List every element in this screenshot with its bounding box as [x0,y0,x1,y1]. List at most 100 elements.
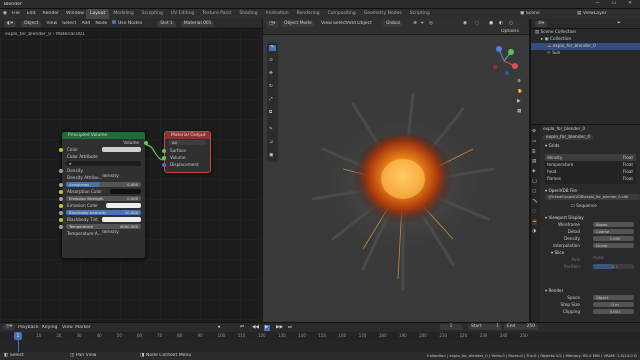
render-tab-icon[interactable]: ▭ [532,139,536,145]
modifier-tab-icon[interactable]: 🔧 [532,199,538,205]
menu-add[interactable]: Add [347,21,356,27]
file-path-field[interactable]: \\Fireball\explo\VDB\explo_for_blender_0… [545,194,640,200]
timeline[interactable]: ◷▾ Playback Keying View Marker ⏺ ⏮ ◀◀ ▶ … [0,322,640,353]
tab-geometry-nodes[interactable]: Geometry Nodes [360,9,406,19]
tab-compositing[interactable]: Compositing [324,9,360,19]
menu-playback[interactable]: Playback [18,325,39,331]
viewport-display-header[interactable]: ▾ Viewport Display [541,214,640,221]
tab-sculpting[interactable]: Sculpting [138,9,167,19]
prev-key-icon[interactable]: ◀◀ [252,325,259,331]
minimize-button[interactable]: — [595,1,600,7]
annotate-tool-icon[interactable]: ✎ [269,127,273,133]
space-dropdown[interactable]: Object [593,295,634,300]
play-icon[interactable]: ▶ [264,324,270,331]
output-tab-icon[interactable]: ⎙ [532,149,536,155]
target-dropdown[interactable]: All [169,140,206,145]
playhead[interactable]: 1 [14,332,22,340]
grids-list[interactable]: density Float temperature Float heat Float … [545,154,636,184]
scene-tab-icon[interactable]: ◈ [532,169,536,175]
grid-item[interactable]: temperature Float [545,161,636,168]
tab-shading[interactable]: Shading [235,9,261,19]
auto-key-icon[interactable]: ⏺ [218,325,220,331]
3d-viewport[interactable]: ◳▾ Object Mode View Select Add Object Gl… [263,19,529,322]
shading-rendered-icon[interactable]: ○ [509,21,513,27]
world-tab-icon[interactable]: ◯ [532,179,537,185]
detail-dropdown[interactable]: Coarse [593,229,634,234]
physics-tab-icon[interactable]: ◌ [532,209,536,215]
tab-modeling[interactable]: Modeling [109,9,137,19]
outliner-row-selected[interactable]: ☁ explo_for_blender_0 [531,43,640,50]
tab-rendering[interactable]: Rendering [293,9,324,19]
grids-panel-header[interactable]: ▾ Grids [541,142,640,149]
tab-animation[interactable]: Animation [262,9,293,19]
menu-object[interactable]: Object [357,21,372,27]
mode-dropdown[interactable]: Object Mode [281,21,315,27]
wireframe-dropdown[interactable]: Boxes [593,222,634,227]
object-tab-icon[interactable]: ▢ [532,189,536,195]
outliner-row[interactable]: ▸ ▣ Collection [531,36,640,43]
current-frame-field[interactable]: 1 [440,324,462,330]
position-slider[interactable]: 0.5 [593,264,634,269]
start-frame-field[interactable]: Start 1 [468,324,502,330]
view-layer-tab-icon[interactable]: ▤ [532,159,536,165]
timeline-type-icon[interactable]: ◷▾ [3,324,16,330]
proportional-icon[interactable]: ◎ [429,21,433,27]
jump-end-icon[interactable]: ⏭ [288,325,292,331]
menu-select[interactable]: Select [333,21,347,27]
next-key-icon[interactable]: ▶▶ [276,325,283,331]
density-field[interactable]: 1.000 [593,236,634,241]
measure-tool-icon[interactable]: ⊿ [269,140,273,146]
interpolation-dropdown[interactable]: Linear [593,243,634,248]
openvdb-panel-header[interactable]: ▾ OpenVDB File [541,187,640,194]
transform-tool-icon[interactable]: ⧉ [269,110,272,116]
visibility-icon[interactable]: ◉ [463,21,467,27]
shader-node-editor[interactable]: ◐▾ Object View Select Add Node Use Nodes… [0,19,262,322]
material-output-node[interactable]: Material Output All Surface Volume Displ… [162,131,211,173]
menu-keying[interactable]: Keying [42,325,57,331]
menu-edit[interactable]: Edit [27,11,36,17]
overlays-icon[interactable]: ◌ [475,21,479,27]
menu-file[interactable]: File [12,11,20,17]
move-tool-icon[interactable]: ✥ [269,71,273,77]
clipping-field[interactable]: 0.001 [593,309,634,314]
orientation-dropdown[interactable]: Global [383,21,404,27]
view-layer-selector[interactable]: ▤ ViewLayer [577,11,607,17]
blender-logo-icon[interactable]: ◉ [3,11,7,17]
render-panel-header[interactable]: ▾ Render [541,287,640,294]
grid-item[interactable]: density Float [545,154,636,161]
tab-scripting[interactable]: Scripting [406,9,434,19]
options-menu[interactable]: Options [501,29,519,35]
scale-tool-icon[interactable]: ⤢ [269,97,273,103]
data-name-field[interactable]: explo_for_blender_0 [543,135,594,140]
volume-input-socket[interactable] [162,155,166,160]
close-button[interactable]: ✕ [628,1,632,7]
pan-icon[interactable]: ✋ [517,89,523,95]
sequence-checkbox[interactable]: ☐ Sequence [541,202,640,209]
snap-icon[interactable]: ⌖ [421,21,424,27]
scene-selector[interactable]: ▣ Scene [520,11,540,17]
filter-icon[interactable]: ⏷ [617,21,621,27]
add-cube-tool-icon[interactable]: ▣ [269,153,273,159]
editor-type-icon[interactable]: ◳▾ [266,21,279,27]
tab-uv-editing[interactable]: UV Editing [167,9,198,19]
menu-marker[interactable]: Marker [75,325,91,331]
material-tab-icon[interactable]: ◑ [532,229,536,235]
outliner[interactable]: ☰▾ ⏷ ▤ Scene Collection ▸ ▣ Collection ☁… [530,19,640,124]
navigation-gizmo[interactable] [489,46,519,76]
grid-item[interactable]: flames Float [545,175,636,182]
tool-tab-icon[interactable]: ⚙ [532,129,536,135]
menu-render[interactable]: Render [43,11,59,17]
displacement-socket[interactable] [162,162,166,167]
menu-window[interactable]: Window [66,11,84,17]
object-breadcrumb[interactable]: explo_for_blender_0 [543,126,585,131]
volume-data-tab-icon[interactable]: ☁ [532,219,537,225]
cursor-tool-icon[interactable]: ⊙ [269,58,273,64]
step-size-field[interactable]: 0 m [593,302,634,307]
node-header[interactable]: Material Output [165,132,210,139]
shading-solid-icon[interactable]: ● [489,21,493,27]
shading-material-icon[interactable]: ◐ [499,21,503,27]
camera-view-icon[interactable]: ▶ [517,99,521,105]
axis-value[interactable]: Auto [593,256,604,262]
menu-view[interactable]: View [62,325,73,331]
grid-item[interactable]: heat Float [545,168,636,175]
